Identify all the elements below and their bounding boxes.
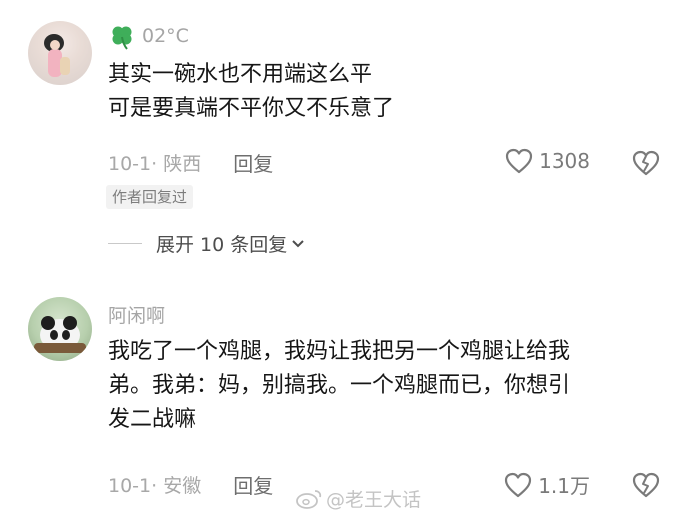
watermark: @老王大话 <box>296 485 421 512</box>
avatar[interactable] <box>28 297 92 361</box>
date-location: 10-1· 陕西 <box>108 153 202 175</box>
like-count: 1.1万 <box>538 474 590 498</box>
comment-line: 我吃了一个鸡腿，我妈让我把另一个鸡腿让给我 <box>108 339 571 364</box>
comment-line: 发二战嘛 <box>108 407 197 432</box>
comment-text: 我吃了一个鸡腿，我妈让我把另一个鸡腿让给我 弟。我弟：妈，别搞我。一个鸡腿而已，… <box>108 335 663 437</box>
divider-line <box>108 243 142 244</box>
comment-meta: 10-1· 安徽 回复 <box>108 470 273 499</box>
heart-outline-icon <box>505 148 533 174</box>
broken-heart-icon[interactable] <box>632 471 660 499</box>
username-row: 02°C <box>108 22 189 50</box>
date-location: 10-1· 安徽 <box>108 475 202 497</box>
four-leaf-clover-icon <box>112 26 132 50</box>
like-count: 1308 <box>539 149 590 173</box>
heart-outline-icon <box>505 472 532 497</box>
broken-heart-icon[interactable] <box>632 149 660 177</box>
username[interactable]: 阿闲啊 <box>108 301 165 328</box>
comment-line: 可是要真端不平你又不乐意了 <box>108 96 395 121</box>
username-row: 阿闲啊 <box>108 301 165 328</box>
reply-button[interactable]: 回复 <box>233 148 273 177</box>
expand-replies-label: 展开 10 条回复 <box>156 234 288 256</box>
reply-button[interactable]: 回复 <box>233 470 273 499</box>
chevron-down-icon <box>292 239 304 247</box>
watermark-text: @老王大话 <box>326 489 422 511</box>
avatar[interactable] <box>28 21 92 85</box>
comment-line: 其实一碗水也不用端这么平 <box>108 62 373 87</box>
weibo-logo-icon <box>296 489 322 509</box>
username[interactable]: 02°C <box>142 25 189 47</box>
author-replied-badge: 作者回复过 <box>106 185 194 209</box>
comment-text: 其实一碗水也不用端这么平 可是要真端不平你又不乐意了 <box>108 58 668 126</box>
comment-line: 弟。我弟：妈，别搞我。一个鸡腿而已，你想引 <box>108 373 571 398</box>
expand-replies-button[interactable]: 展开 10 条回复 <box>108 230 305 257</box>
like-button[interactable]: 1308 <box>505 148 590 174</box>
like-button[interactable]: 1.1万 <box>504 470 590 499</box>
comment-meta: 10-1· 陕西 回复 <box>108 148 273 177</box>
